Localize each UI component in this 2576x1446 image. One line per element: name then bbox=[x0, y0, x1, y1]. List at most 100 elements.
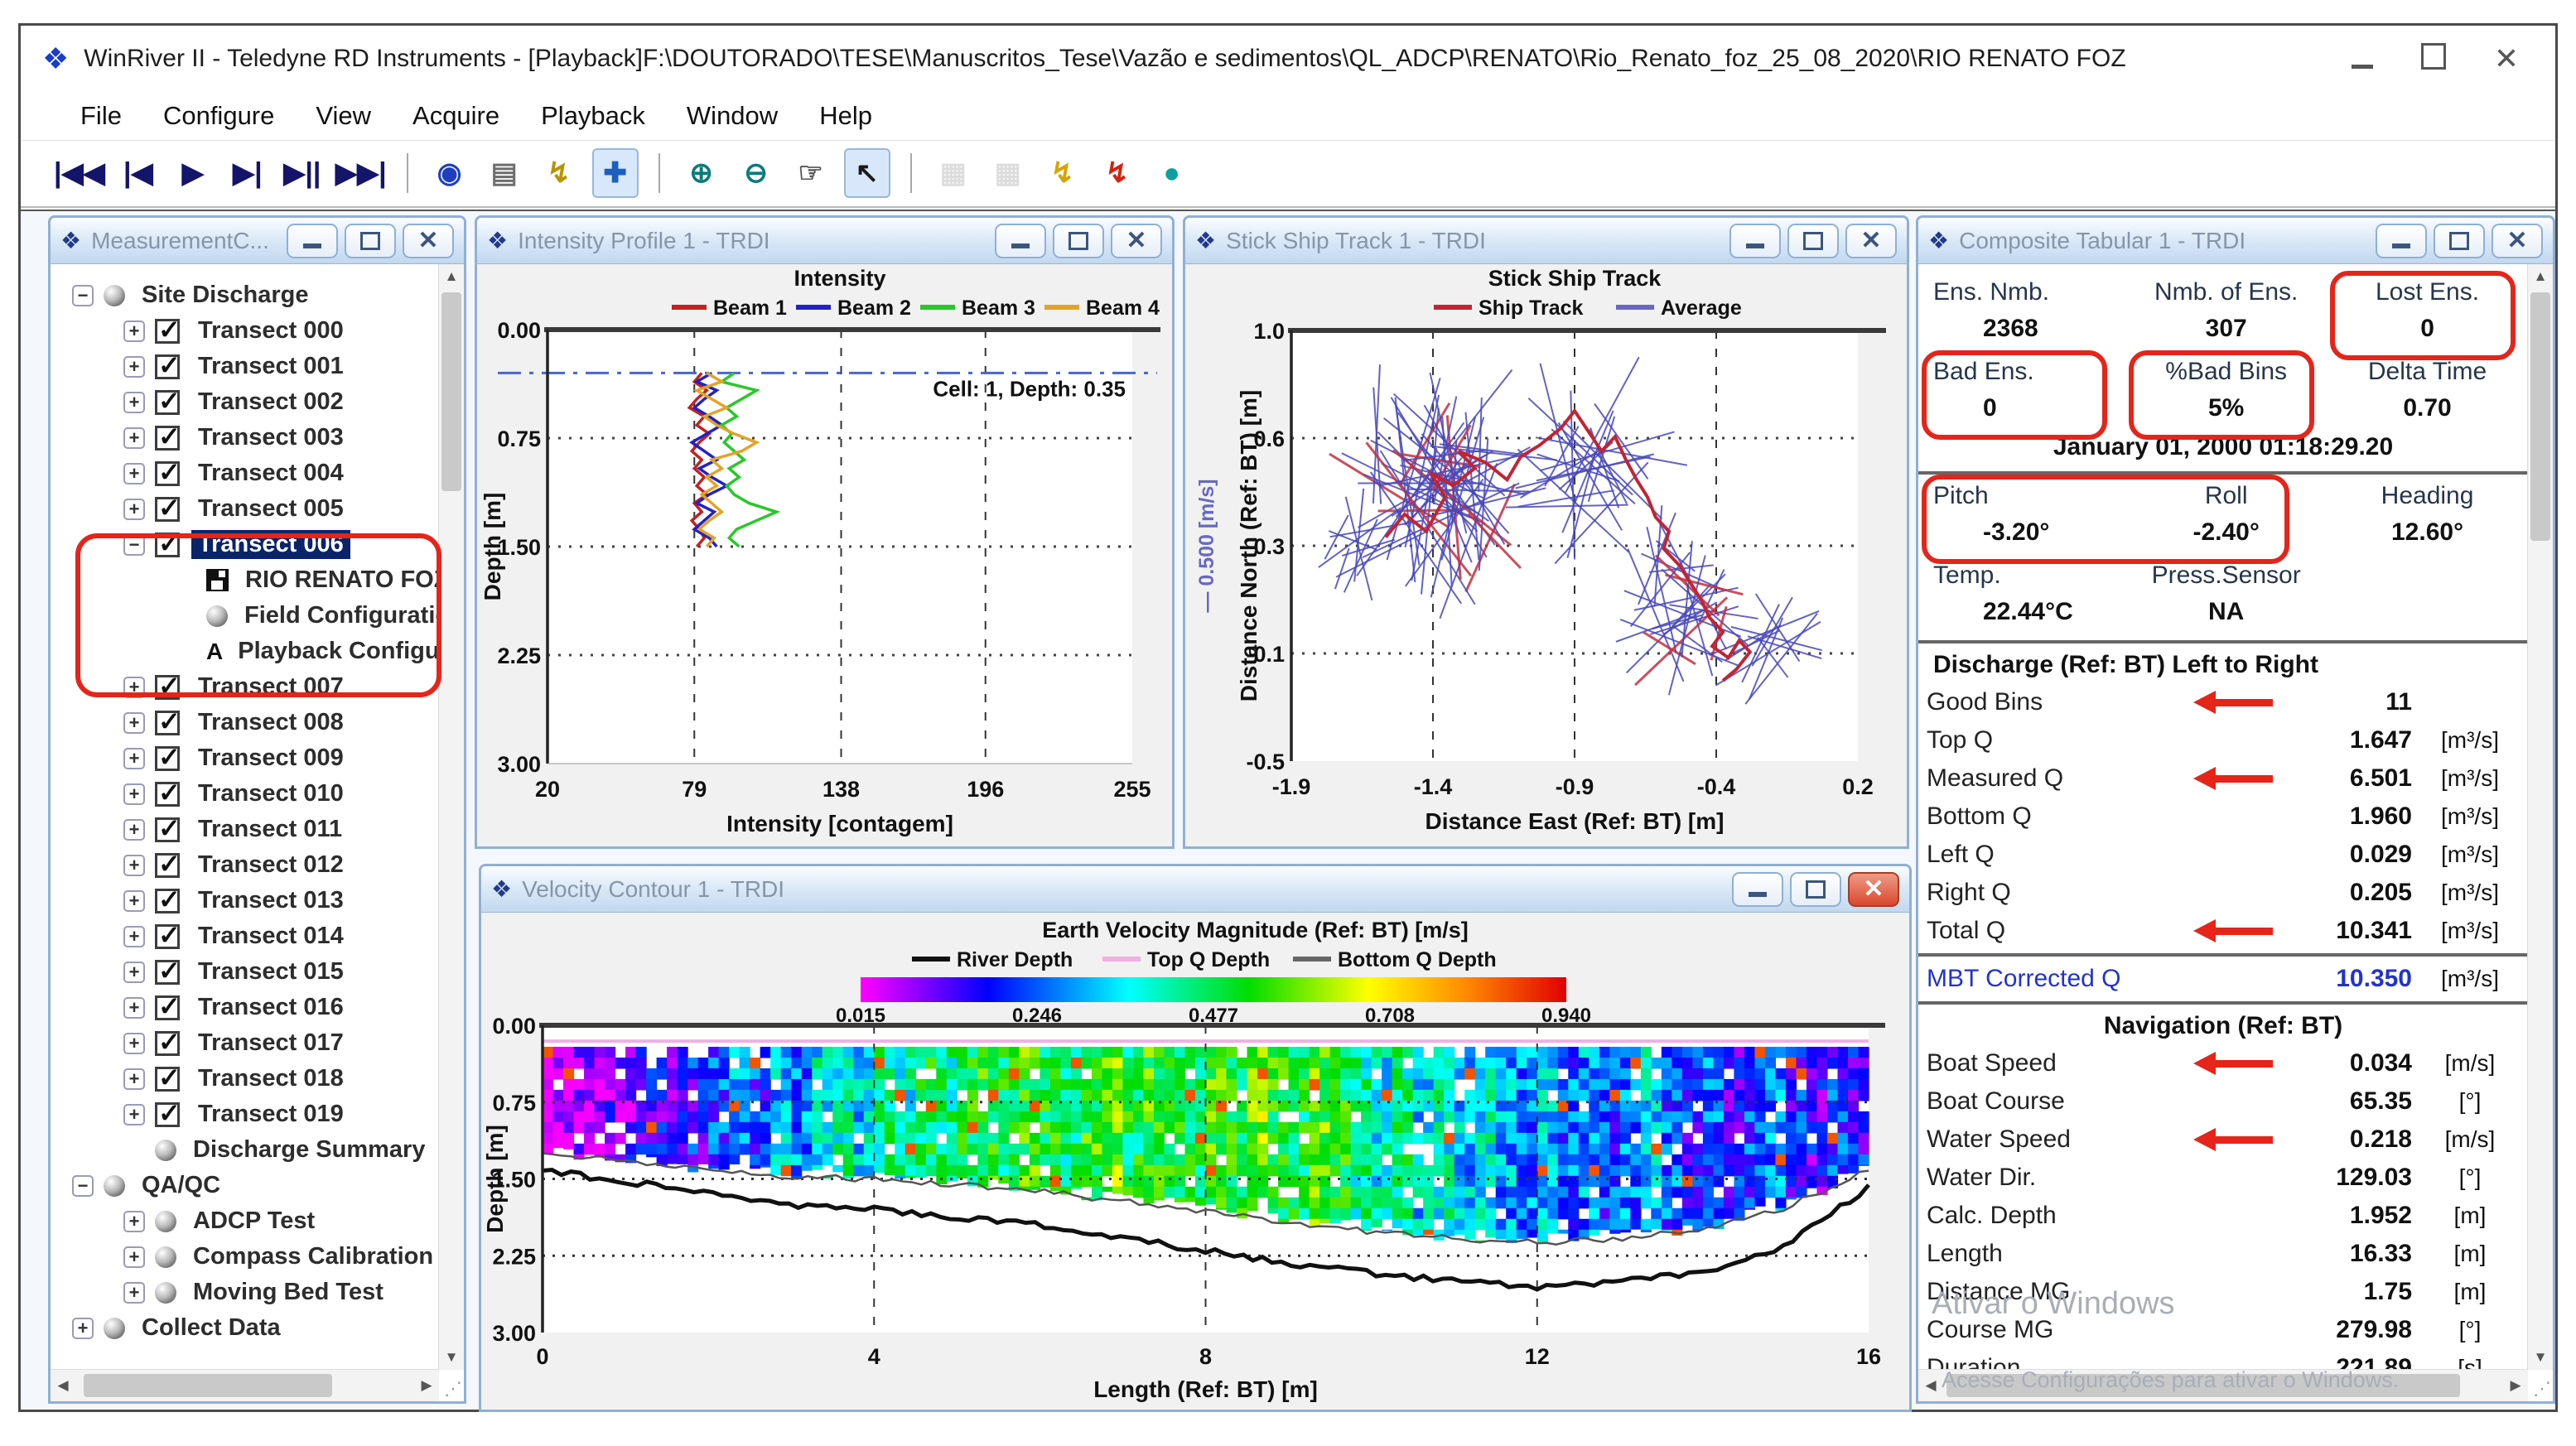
go-next-icon[interactable]: ▶|| bbox=[281, 150, 324, 196]
tree-checkbox[interactable] bbox=[155, 314, 181, 345]
tabular-maximize-button[interactable] bbox=[2434, 223, 2485, 258]
go-last-ensemble-icon[interactable]: ▶▶| bbox=[335, 150, 387, 196]
menu-item-configure[interactable]: Configure bbox=[163, 101, 274, 131]
tree-item-field-configuration[interactable]: Field Configuration bbox=[51, 598, 439, 634]
tree-checkbox[interactable] bbox=[155, 919, 181, 951]
tree-checkbox[interactable] bbox=[155, 1026, 181, 1058]
tree-expander-icon[interactable]: + bbox=[123, 747, 145, 769]
tree-item-transect-004[interactable]: + Transect 004 bbox=[51, 455, 439, 491]
scroll-right-icon[interactable]: ▶ bbox=[414, 1373, 439, 1398]
tree-item-transect-009[interactable]: + Transect 009 bbox=[51, 740, 439, 776]
tree-item-transect-014[interactable]: + Transect 014 bbox=[51, 918, 439, 954]
tree-item-collect-data[interactable]: + Collect Data bbox=[51, 1310, 439, 1346]
intensity-minimize-button[interactable] bbox=[995, 223, 1046, 258]
tree-expander-icon[interactable]: + bbox=[123, 462, 145, 484]
tree-item-playback-configuratio[interactable]: A Playback Configuratio bbox=[51, 634, 439, 669]
tree-item-transect-012[interactable]: + Transect 012 bbox=[51, 847, 439, 883]
tree-item-compass-calibration[interactable]: + Compass Calibration bbox=[51, 1239, 439, 1275]
tree-item-transect-007[interactable]: + Transect 007 bbox=[51, 669, 439, 705]
shiptrack-maximize-button[interactable] bbox=[1787, 223, 1839, 258]
reprocess-transect-icon[interactable]: ↯ bbox=[1041, 150, 1084, 196]
tree-expander-icon[interactable]: + bbox=[123, 1103, 145, 1125]
tree-item-adcp-test[interactable]: + ADCP Test bbox=[51, 1203, 439, 1239]
scroll-down-icon[interactable]: ▼ bbox=[2528, 1345, 2553, 1370]
tree-expander-icon[interactable]: + bbox=[123, 711, 145, 734]
tree-checkbox[interactable] bbox=[155, 812, 181, 844]
tree-expander-icon[interactable]: + bbox=[123, 676, 145, 698]
menu-item-playback[interactable]: Playback bbox=[541, 101, 645, 131]
tree-expander-icon[interactable]: + bbox=[123, 427, 145, 449]
step-forward-icon[interactable]: ▶| bbox=[226, 150, 269, 196]
tree-expander-icon[interactable]: + bbox=[123, 498, 145, 520]
zoom-out-icon[interactable]: ⊖ bbox=[735, 150, 778, 196]
play-icon[interactable]: ▶ bbox=[171, 150, 215, 196]
tree-expander-icon[interactable]: + bbox=[123, 1068, 145, 1090]
resize-grip[interactable]: ⋰ bbox=[2533, 1378, 2551, 1400]
tree-item-transect-011[interactable]: + Transect 011 bbox=[51, 812, 439, 847]
tree-item-transect-003[interactable]: + Transect 003 bbox=[51, 420, 439, 455]
tree-item-transect-017[interactable]: + Transect 017 bbox=[51, 1025, 439, 1061]
pan-hand-icon[interactable]: ☞ bbox=[789, 150, 832, 196]
tree-item-transect-015[interactable]: + Transect 015 bbox=[51, 954, 439, 990]
tree-checkbox[interactable] bbox=[155, 456, 181, 488]
scroll-left-icon[interactable]: ◀ bbox=[1918, 1373, 1943, 1398]
tree-item-transect-018[interactable]: + Transect 018 bbox=[51, 1061, 439, 1097]
velocity-maximize-button[interactable] bbox=[1790, 871, 1841, 907]
tree-checkbox[interactable] bbox=[155, 528, 181, 559]
tree-expander-icon[interactable]: + bbox=[123, 925, 145, 947]
tree-checkbox[interactable] bbox=[155, 421, 181, 452]
tree-expander-icon[interactable]: + bbox=[123, 320, 145, 342]
measurement-minimize-button[interactable] bbox=[287, 223, 338, 258]
go-first-ensemble-icon[interactable]: |◀◀ bbox=[54, 150, 105, 196]
tree-checkbox[interactable] bbox=[155, 848, 181, 880]
tree-item-moving-bed-test[interactable]: + Moving Bed Test bbox=[51, 1275, 439, 1310]
zoom-in-icon[interactable]: ⊕ bbox=[680, 150, 723, 196]
playback-settings-icon[interactable]: ↯ bbox=[538, 150, 581, 196]
tree-checkbox[interactable] bbox=[155, 1062, 181, 1093]
tabular-close-button[interactable]: ✕ bbox=[2492, 223, 2543, 258]
tree-checkbox[interactable] bbox=[155, 492, 181, 523]
scroll-up-icon[interactable]: ▲ bbox=[439, 264, 464, 289]
tree-item-transect-006[interactable]: − Transect 006 bbox=[51, 527, 439, 562]
tree-scroll-thumb[interactable] bbox=[441, 292, 461, 491]
window-minimize-button[interactable] bbox=[2351, 44, 2373, 74]
velocity-close-button[interactable]: ✕ bbox=[1848, 871, 1899, 907]
tree-expander-icon[interactable]: + bbox=[123, 961, 145, 983]
tree-expander-icon[interactable]: + bbox=[72, 1317, 94, 1339]
select-arrow-icon[interactable]: ↖ bbox=[843, 148, 890, 198]
resize-grip[interactable]: ⋰ bbox=[444, 1378, 462, 1400]
intensity-maximize-button[interactable] bbox=[1053, 223, 1104, 258]
tree-expander-icon[interactable]: + bbox=[123, 355, 145, 378]
tabular-horizontal-scrollbar[interactable]: ◀ ▶ bbox=[1918, 1369, 2528, 1401]
tree-checkbox[interactable] bbox=[155, 884, 181, 915]
window-close-button[interactable]: ✕ bbox=[2494, 44, 2519, 74]
shiptrack-close-button[interactable]: ✕ bbox=[1845, 223, 1897, 258]
tree-expander-icon[interactable]: + bbox=[123, 1246, 145, 1268]
tree-item-transect-010[interactable]: + Transect 010 bbox=[51, 776, 439, 812]
tree-expander-icon[interactable]: + bbox=[123, 783, 145, 805]
tree-item-transect-002[interactable]: + Transect 002 bbox=[51, 384, 439, 420]
app-titlebar[interactable]: ❖ WinRiver II - Teledyne RD Instruments … bbox=[21, 26, 2555, 92]
window-maximize-button[interactable] bbox=[2420, 43, 2446, 75]
tree-item-transect-000[interactable]: + Transect 000 bbox=[51, 313, 439, 349]
menu-item-window[interactable]: Window bbox=[687, 101, 778, 131]
tree-item-discharge-summary[interactable]: Discharge Summary bbox=[51, 1132, 439, 1168]
tree-item-transect-019[interactable]: + Transect 019 bbox=[51, 1097, 439, 1132]
tree-checkbox[interactable] bbox=[155, 741, 181, 773]
intensity-panel-titlebar[interactable]: ❖ Intensity Profile 1 - TRDI ✕ bbox=[477, 218, 1172, 264]
velocity-panel-titlebar[interactable]: ❖ Velocity Contour 1 - TRDI ✕ bbox=[481, 866, 1909, 913]
tree-vertical-scrollbar[interactable]: ▲ ▼ bbox=[438, 264, 464, 1370]
measurement-maximize-button[interactable] bbox=[345, 223, 396, 258]
menu-item-acquire[interactable]: Acquire bbox=[412, 101, 499, 131]
measurement-panel-titlebar[interactable]: ❖ MeasurementC... ✕ bbox=[51, 218, 464, 264]
tabular-hscroll-thumb[interactable] bbox=[1946, 1374, 2460, 1397]
tree-checkbox[interactable] bbox=[155, 955, 181, 986]
tree-expander-icon[interactable]: + bbox=[123, 391, 145, 413]
tree-hscroll-thumb[interactable] bbox=[84, 1374, 332, 1397]
tree-item-transect-016[interactable]: + Transect 016 bbox=[51, 990, 439, 1025]
scroll-down-icon[interactable]: ▼ bbox=[439, 1345, 464, 1370]
tree-expander-icon[interactable]: + bbox=[123, 1281, 145, 1304]
tree-item-qa-qc[interactable]: − QA/QC bbox=[51, 1168, 439, 1203]
tabular-minimize-button[interactable] bbox=[2376, 223, 2427, 258]
tabular-scroll-thumb[interactable] bbox=[2530, 292, 2550, 541]
